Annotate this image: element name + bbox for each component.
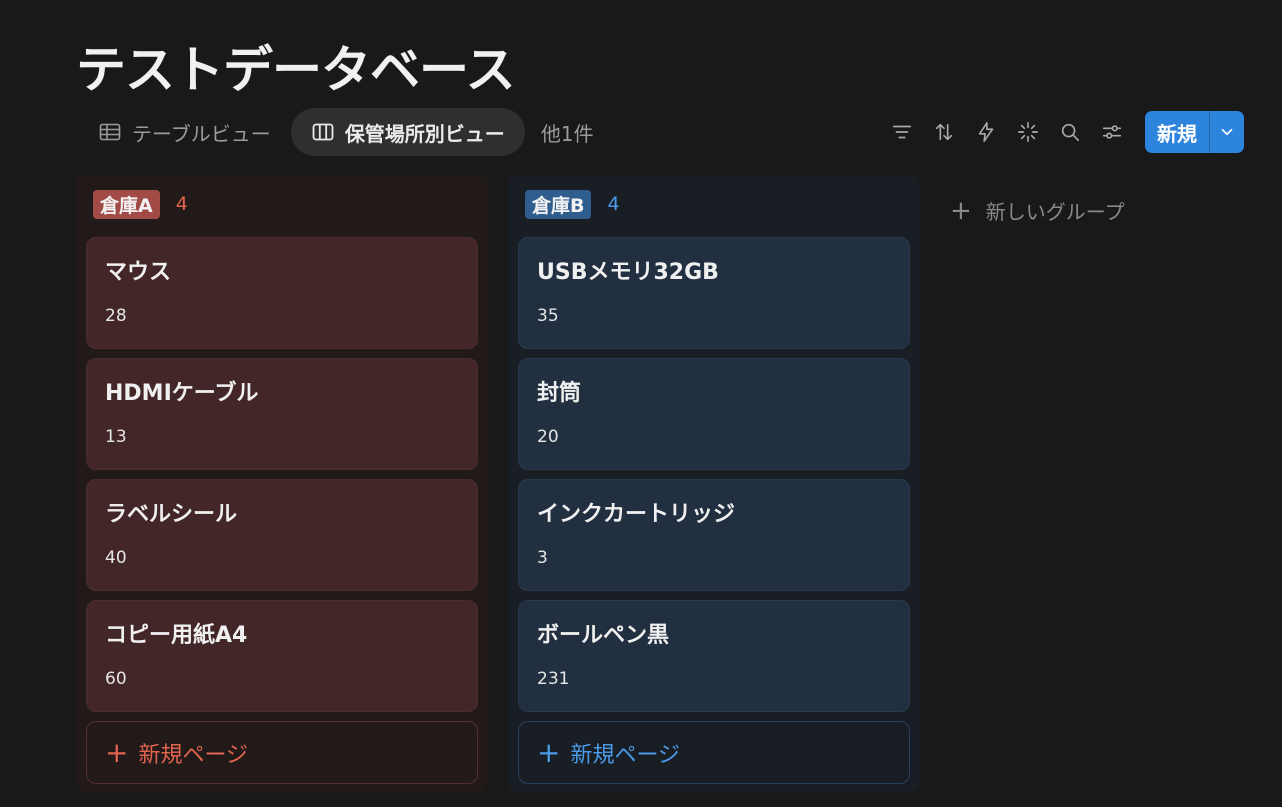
tab-label: 保管場所別ビュー (344, 121, 505, 146)
automation-icon (978, 122, 994, 142)
add-page-button[interactable]: + 新規ページ (86, 721, 478, 784)
group-count: 4 (607, 193, 620, 215)
card-title: USBメモリ32GB (537, 260, 719, 285)
add-page-button[interactable]: + 新規ページ (518, 721, 910, 784)
more-views-button[interactable]: 他1件 (531, 118, 604, 147)
card-title: 封筒 (537, 381, 582, 406)
board-card[interactable]: USBメモリ32GB 35 (518, 237, 910, 349)
card-title: インクカートリッジ (537, 502, 736, 527)
card-quantity: 13 (105, 427, 127, 447)
settings-sliders-icon (1102, 125, 1122, 139)
search-icon (1061, 123, 1080, 142)
board-card[interactable]: 封筒 20 (518, 358, 910, 470)
board-card[interactable]: マウス 28 (86, 237, 478, 349)
add-page-label: 新規ページ (138, 742, 249, 768)
chevron-down-icon (1221, 128, 1233, 136)
filter-button[interactable] (883, 113, 921, 151)
card-title: HDMIケーブル (105, 381, 259, 406)
card-quantity: 40 (105, 548, 127, 568)
board-column-warehouse-a: 倉庫A 4 マウス 28 HDMIケーブル 13 ラベルシール 40 コピー用紙… (76, 175, 488, 792)
new-button[interactable]: 新規 (1145, 111, 1209, 153)
automation-button[interactable] (967, 113, 1005, 151)
column-header: 倉庫A 4 (86, 185, 478, 223)
view-settings-button[interactable] (1093, 113, 1131, 151)
plus-icon: + (537, 735, 561, 769)
plus-icon: + (950, 195, 972, 226)
board-card[interactable]: インクカートリッジ 3 (518, 479, 910, 591)
tab-label: テーブルビュー (132, 121, 271, 146)
card-quantity: 20 (537, 427, 559, 447)
card-quantity: 35 (537, 306, 559, 326)
tab-table-view[interactable]: テーブルビュー (84, 108, 285, 156)
new-button-group: 新規 (1145, 111, 1244, 153)
toolbar: 新規 (883, 111, 1244, 153)
plus-icon: + (105, 735, 129, 769)
group-tag[interactable]: 倉庫A (93, 189, 160, 219)
board-card[interactable]: ボールペン黒 231 (518, 600, 910, 712)
sort-icon (935, 123, 953, 141)
add-page-label: 新規ページ (570, 742, 681, 768)
card-quantity: 60 (105, 669, 127, 689)
tab-board-view[interactable]: 保管場所別ビュー (290, 108, 525, 156)
board-card[interactable]: HDMIケーブル 13 (86, 358, 478, 470)
new-dropdown-button[interactable] (1209, 111, 1244, 153)
card-quantity: 3 (537, 548, 548, 568)
card-title: マウス (105, 260, 172, 285)
new-group-label: 新しいグループ (985, 200, 1125, 224)
board-column-warehouse-b: 倉庫B 4 USBメモリ32GB 35 封筒 20 インクカートリッジ 3 ボー… (508, 175, 920, 792)
card-title: ボールペン黒 (537, 623, 670, 648)
new-group-button[interactable]: + 新しいグループ (950, 196, 1125, 225)
board-card[interactable]: コピー用紙A4 60 (86, 600, 478, 712)
board-icon (312, 123, 334, 141)
column-header: 倉庫B 4 (518, 185, 910, 223)
group-tag[interactable]: 倉庫B (525, 189, 592, 219)
filter-icon (892, 125, 912, 139)
ai-button[interactable] (1009, 113, 1047, 151)
page-title: テストデータベース (76, 41, 515, 99)
table-icon (99, 123, 121, 141)
card-quantity: 231 (537, 669, 570, 689)
board-card[interactable]: ラベルシール 40 (86, 479, 478, 591)
card-title: ラベルシール (105, 502, 238, 527)
ai-sparkle-icon (1018, 122, 1038, 142)
search-button[interactable] (1051, 113, 1089, 151)
sort-button[interactable] (925, 113, 963, 151)
card-quantity: 28 (105, 306, 127, 326)
card-title: コピー用紙A4 (105, 623, 248, 648)
view-tabs: テーブルビュー 保管場所別ビュー 他1件 (84, 108, 604, 156)
group-count: 4 (175, 193, 188, 215)
